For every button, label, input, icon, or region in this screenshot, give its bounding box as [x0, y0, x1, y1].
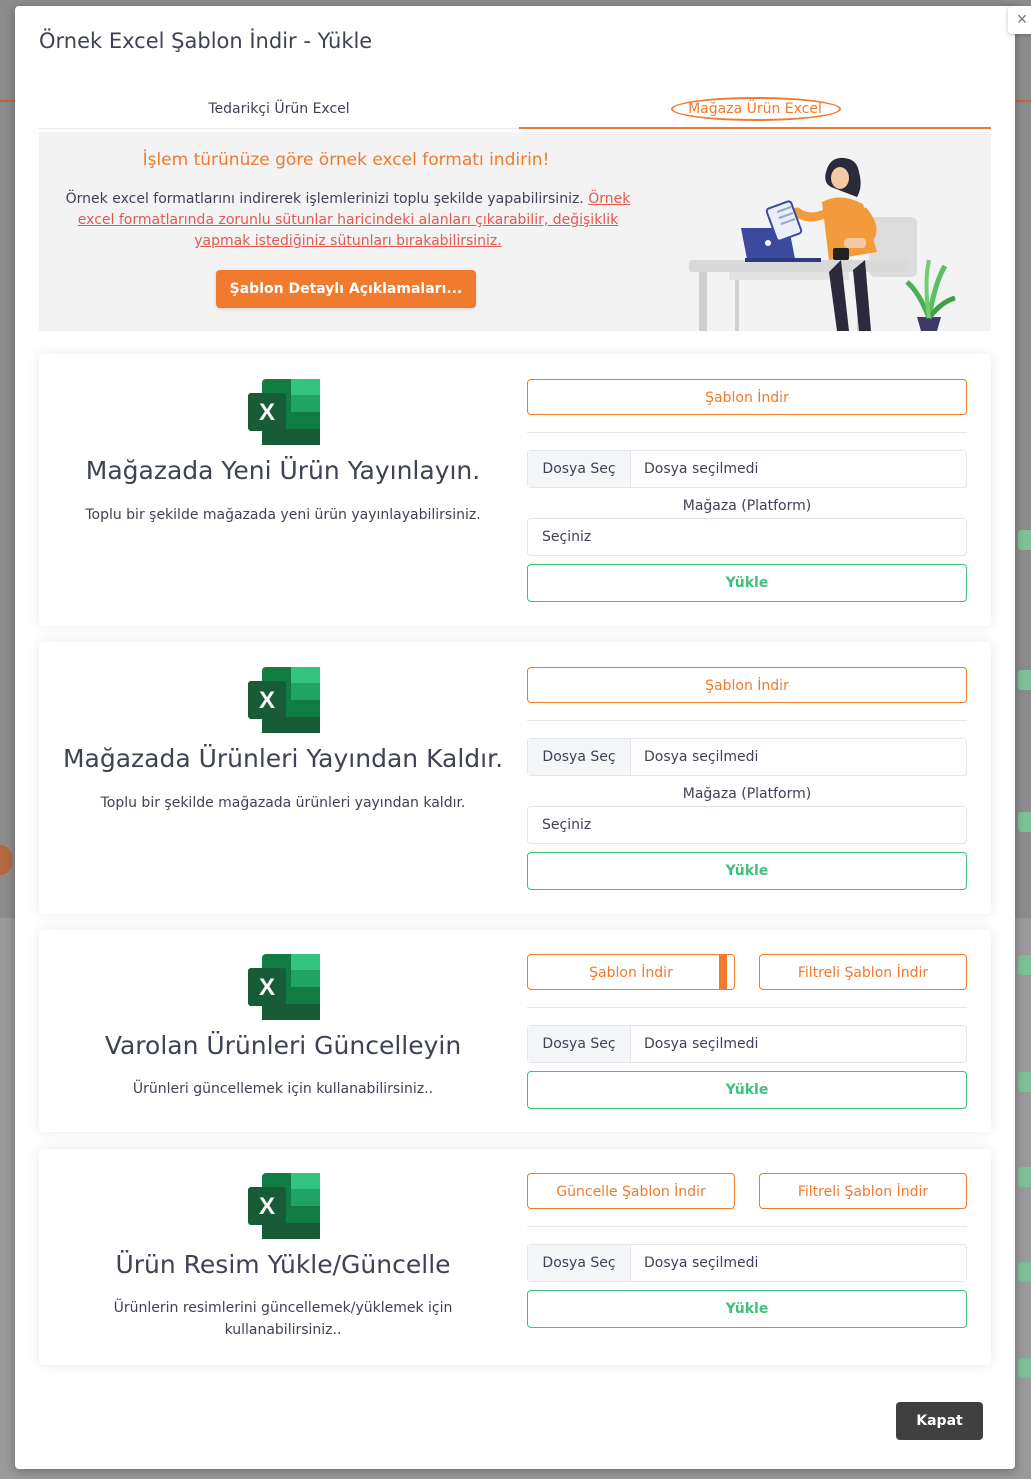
card-title: Varolan Ürünleri Güncelleyin [104, 1031, 462, 1060]
download-template-button[interactable]: Şablon İndir [527, 667, 967, 703]
card-description-line: kullanabilirsiniz.. [224, 1322, 342, 1338]
card-description: Ürünleri güncellemek için kullanabilirsi… [132, 1081, 434, 1097]
update-template-button[interactable]: Güncelle Şablon İndir [527, 1173, 735, 1209]
platform-select[interactable]: Seçiniz [527, 806, 967, 844]
backdrop-badge [1018, 1167, 1031, 1187]
button-accent-handle [719, 954, 727, 990]
excel-icon: X [248, 667, 320, 733]
backdrop-avatar [0, 845, 12, 875]
card-title: Mağazada Yeni Ürün Yayınlayın. [85, 456, 481, 485]
choose-file-button[interactable]: Dosya Seç [528, 739, 631, 775]
choose-file-button[interactable]: Dosya Seç [528, 1245, 631, 1281]
download-template-button[interactable]: Şablon İndir [527, 954, 735, 990]
card-title: Mağazada Ürünleri Yayından Kaldır. [62, 744, 504, 773]
svg-text:X: X [259, 1193, 275, 1220]
card-product-images: X Ürün Resim Yükle/Güncelle Ürünlerin re… [39, 1149, 991, 1365]
highlight-ring [671, 97, 841, 121]
file-status-text: Dosya seçilmedi [644, 461, 759, 477]
info-panel: İşlem türünüze göre örnek excel formatı … [39, 132, 991, 331]
card-update-products: X Varolan Ürünleri Güncelleyin Ürünleri … [39, 930, 991, 1132]
info-text: Örnek excel formatlarını indirerek işlem… [63, 189, 633, 252]
file-input[interactable]: Dosya Seç Dosya seçilmedi [527, 1244, 967, 1282]
modal-title: Örnek Excel Şablon İndir - Yükle [39, 29, 373, 53]
file-status-text: Dosya seçilmedi [644, 1255, 759, 1271]
card-description: Ürünlerin resimlerini güncellemek/yüklem… [79, 1297, 487, 1341]
backdrop-badge [1018, 530, 1031, 550]
close-modal-button[interactable]: × [1008, 6, 1031, 34]
backdrop-badge [1018, 670, 1031, 690]
file-status-text: Dosya seçilmedi [644, 1036, 759, 1052]
close-button[interactable]: Kapat [896, 1402, 983, 1440]
svg-text:X: X [259, 974, 275, 1001]
file-input[interactable]: Dosya Seç Dosya seçilmedi [527, 1025, 967, 1063]
tab-supplier-product-excel[interactable]: Tedarikçi Ürün Excel [39, 90, 519, 129]
excel-icon: X [248, 954, 320, 1020]
info-title: İşlem türünüze göre örnek excel formatı … [142, 150, 550, 170]
backdrop-badge [1018, 1072, 1031, 1092]
choose-file-button[interactable]: Dosya Seç [528, 1026, 631, 1062]
platform-label: Mağaza (Platform) [682, 498, 812, 514]
platform-select[interactable]: Seçiniz [527, 518, 967, 556]
divider [527, 1007, 967, 1008]
backdrop-badge [1018, 1358, 1031, 1378]
excel-icon: X [248, 1173, 320, 1239]
backdrop-badge [1018, 1262, 1031, 1282]
template-details-button[interactable]: Şablon Detaylı Açıklamaları... [216, 270, 476, 308]
tab-store-product-excel[interactable]: Mağaza Ürün Excel [519, 90, 991, 129]
upload-button[interactable]: Yükle [527, 1290, 967, 1328]
backdrop-strip [0, 100, 15, 102]
svg-text:X: X [259, 399, 275, 426]
upload-button[interactable]: Yükle [527, 852, 967, 890]
file-status-text: Dosya seçilmedi [644, 749, 759, 765]
card-title: Ürün Resim Yükle/Güncelle [115, 1250, 451, 1279]
backdrop-badge [1018, 812, 1031, 832]
download-template-button[interactable]: Şablon İndir [527, 379, 967, 415]
backdrop-badge [1018, 955, 1031, 975]
divider [527, 432, 967, 433]
office-worker-illustration [689, 157, 956, 331]
excel-icon: X [248, 379, 320, 445]
card-publish-new-products: X Mağazada Yeni Ürün Yayınlayın. Toplu b… [39, 354, 991, 626]
backdrop-strip [1016, 100, 1031, 102]
tab-label: Tedarikçi Ürün Excel [208, 101, 350, 117]
divider [527, 1226, 967, 1227]
upload-button[interactable]: Yükle [527, 1071, 967, 1109]
upload-button[interactable]: Yükle [527, 564, 967, 602]
filtered-template-button[interactable]: Filtreli Şablon İndir [759, 954, 967, 990]
file-input[interactable]: Dosya Seç Dosya seçilmedi [527, 738, 967, 776]
info-text-plain: Örnek excel formatlarını indirerek işlem… [65, 191, 589, 207]
excel-template-modal: × Örnek Excel Şablon İndir - Yükle Tedar… [15, 6, 1031, 1469]
choose-file-button[interactable]: Dosya Seç [528, 451, 631, 487]
filtered-template-button[interactable]: Filtreli Şablon İndir [759, 1173, 967, 1209]
platform-label: Mağaza (Platform) [682, 786, 812, 802]
card-description: Toplu bir şekilde mağazada ürünleri yayı… [100, 795, 466, 811]
tab-bar: Tedarikçi Ürün Excel Mağaza Ürün Excel [39, 90, 991, 129]
card-description: Toplu bir şekilde mağazada yeni ürün yay… [85, 507, 481, 523]
card-description-line: Ürünlerin resimlerini güncellemek/yüklem… [113, 1300, 453, 1316]
divider [527, 720, 967, 721]
file-input[interactable]: Dosya Seç Dosya seçilmedi [527, 450, 967, 488]
card-unpublish-products: X Mağazada Ürünleri Yayından Kaldır. Top… [39, 642, 991, 914]
svg-text:X: X [259, 687, 275, 714]
